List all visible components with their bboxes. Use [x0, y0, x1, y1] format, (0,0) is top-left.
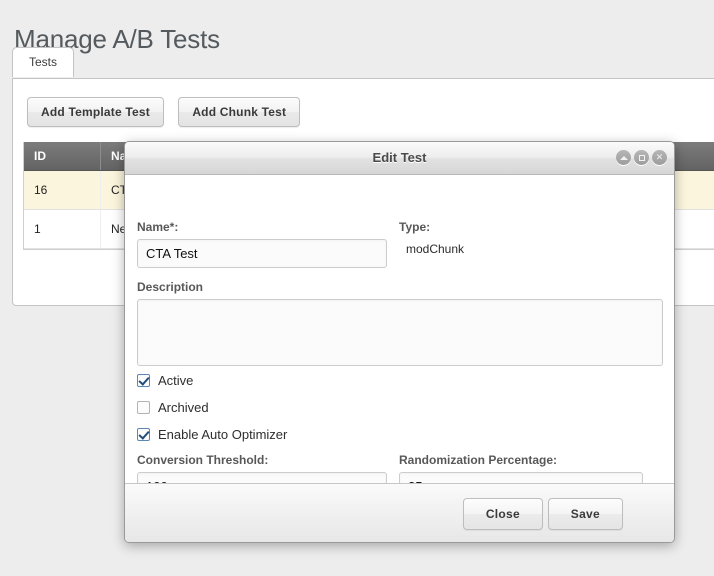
dialog-title: Edit Test [125, 142, 674, 174]
archived-checkbox[interactable] [137, 401, 150, 414]
close-x-icon: ✕ [652, 150, 667, 165]
type-field-group: Type: modChunk [399, 220, 649, 256]
archived-label: Archived [158, 400, 209, 415]
active-label: Active [158, 373, 193, 388]
add-template-test-button[interactable]: Add Template Test [27, 97, 164, 127]
type-label: Type: [399, 220, 649, 234]
cell-id: 16 [24, 171, 101, 210]
column-header-id[interactable]: ID [24, 142, 101, 171]
window-controls: ✕ [616, 150, 667, 165]
name-field-group: Name*: [137, 220, 387, 268]
auto-optimizer-checkbox[interactable] [137, 428, 150, 441]
checkbox-row-archived[interactable]: Archived [137, 400, 537, 415]
close-button[interactable]: Close [463, 498, 543, 530]
dialog-body: Name*: Type: modChunk Description Active… [125, 175, 674, 483]
active-checkbox[interactable] [137, 374, 150, 387]
tab-tests-label: Tests [29, 55, 57, 69]
dialog-footer: Close Save [125, 483, 674, 543]
type-value: modChunk [399, 239, 649, 256]
save-button[interactable]: Save [548, 498, 623, 530]
name-label: Name*: [137, 220, 387, 234]
description-input[interactable] [137, 299, 663, 366]
tab-tests[interactable]: Tests [12, 47, 74, 77]
checkbox-row-auto-optimizer[interactable]: Enable Auto Optimizer [137, 427, 537, 442]
restore-button[interactable] [634, 150, 649, 165]
cell-id: 1 [24, 210, 101, 249]
collapse-button[interactable] [616, 150, 631, 165]
randomization-percentage-label: Randomization Percentage: [399, 453, 649, 467]
dialog-title-bar[interactable]: Edit Test ✕ [125, 142, 674, 175]
triangle-up-icon [616, 150, 631, 165]
description-field-group: Description [137, 280, 649, 369]
options-group: Active Archived Enable Auto Optimizer [137, 373, 537, 454]
conversion-threshold-label: Conversion Threshold: [137, 453, 387, 467]
square-icon [634, 150, 649, 165]
edit-test-dialog: Edit Test ✕ Name*: Type: modChunk Descri… [124, 141, 675, 543]
description-label: Description [137, 280, 649, 294]
auto-optimizer-label: Enable Auto Optimizer [158, 427, 287, 442]
add-chunk-test-button[interactable]: Add Chunk Test [178, 97, 300, 127]
name-input[interactable] [137, 239, 387, 268]
close-window-button[interactable]: ✕ [652, 150, 667, 165]
tab-strip: Tests [12, 47, 74, 79]
checkbox-row-active[interactable]: Active [137, 373, 537, 388]
toolbar: Add Template Test Add Chunk Test [27, 97, 311, 127]
